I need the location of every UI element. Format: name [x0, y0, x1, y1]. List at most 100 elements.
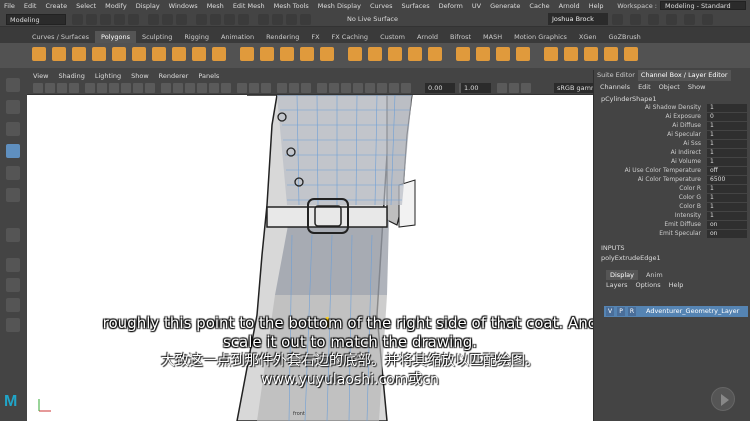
play-icon[interactable] [711, 387, 735, 411]
layout-uv-icon[interactable] [624, 47, 638, 61]
input-node-name[interactable]: polyExtrudeEdge1 [601, 254, 661, 262]
outliner-icon[interactable] [648, 14, 659, 25]
attribute-row[interactable]: Ai Color Temperature 6500 [594, 176, 750, 185]
menu-surfaces[interactable]: Surfaces [402, 2, 430, 10]
tab-anim[interactable]: Anim [642, 270, 667, 280]
last-tool-icon[interactable] [6, 228, 20, 242]
menu-display[interactable]: Display [136, 2, 160, 10]
menu-mesh[interactable]: Mesh [207, 2, 224, 10]
smooth-icon[interactable] [300, 47, 314, 61]
new-scene-icon[interactable] [72, 14, 83, 25]
shelf-tab-polygons[interactable]: Polygons [95, 31, 136, 43]
shelf-tab-gozbrush[interactable]: GoZBrush [603, 31, 647, 43]
attribute-value[interactable]: 1 [707, 194, 747, 202]
far-clip-field[interactable]: 1.00 [461, 83, 491, 93]
open-scene-icon[interactable] [86, 14, 97, 25]
attribute-row[interactable]: Ai Specular 1 [594, 131, 750, 140]
attribute-value[interactable]: on [707, 230, 747, 238]
attribute-row[interactable]: Ai Use Color Temperature off [594, 167, 750, 176]
view-transform-icon[interactable] [521, 83, 531, 93]
shape-node-name[interactable]: pCylinderShape1 [601, 95, 657, 103]
default-material-icon[interactable] [353, 83, 363, 93]
wireframe-icon[interactable] [161, 83, 171, 93]
attribute-value[interactable]: 1 [707, 203, 747, 211]
attribute-row[interactable]: Ai Shadow Density 1 [594, 104, 750, 113]
menu-windows[interactable]: Windows [169, 2, 198, 10]
field-chart-icon[interactable] [133, 83, 143, 93]
near-clip-field[interactable]: 0.00 [425, 83, 455, 93]
channel-box-icon[interactable] [702, 14, 713, 25]
unfold-icon[interactable] [604, 47, 618, 61]
poly-cube-icon[interactable] [52, 47, 66, 61]
attribute-row[interactable]: Emit Diffuse on [594, 221, 750, 230]
menu-cache[interactable]: Cache [529, 2, 549, 10]
panel-menu-panels[interactable]: Panels [198, 72, 219, 80]
live-surface-field[interactable]: No Live Surface [333, 13, 418, 25]
layer-menu-options[interactable]: Options [636, 281, 661, 289]
tab-suite-editor[interactable]: Suite Editor [594, 70, 638, 81]
panel-menu-shading[interactable]: Shading [58, 72, 84, 80]
two-view-layout-icon[interactable] [6, 298, 20, 312]
menu-mesh-display[interactable]: Mesh Display [318, 2, 361, 10]
attribute-value[interactable]: 1 [707, 212, 747, 220]
attribute-row[interactable]: Color R 1 [594, 185, 750, 194]
layout-icon[interactable] [630, 14, 641, 25]
shelf-tab-fx-caching[interactable]: FX Caching [326, 31, 375, 43]
attribute-value[interactable]: 6500 [707, 176, 747, 184]
gate-mask-icon[interactable] [121, 83, 131, 93]
insert-edge-loop-icon[interactable] [476, 47, 490, 61]
isolate-select-icon[interactable] [317, 83, 327, 93]
panel-menu-view[interactable]: View [33, 72, 48, 80]
motion-blur-icon[interactable] [377, 83, 387, 93]
menu-deform[interactable]: Deform [439, 2, 463, 10]
anti-aliasing-icon[interactable] [289, 83, 299, 93]
fill-hole-icon[interactable] [408, 47, 422, 61]
extrude-icon[interactable] [348, 47, 362, 61]
workspace-dropdown[interactable]: Modeling - Standard [660, 1, 746, 10]
boolean-icon[interactable] [320, 47, 334, 61]
camera-attributes-icon[interactable] [45, 83, 55, 93]
attribute-value[interactable]: 1 [707, 122, 747, 130]
shelf-tab-animation[interactable]: Animation [215, 31, 260, 43]
bridge-icon[interactable] [388, 47, 402, 61]
film-gate-icon[interactable] [97, 83, 107, 93]
attribute-value[interactable]: 1 [707, 149, 747, 157]
select-by-hierarchy-icon[interactable] [148, 14, 159, 25]
mirror-icon[interactable] [280, 47, 294, 61]
attribute-value[interactable]: 0 [707, 113, 747, 121]
ipr-render-icon[interactable] [286, 14, 297, 25]
attribute-row[interactable]: Emit Specular on [594, 230, 750, 239]
channel-menu-edit[interactable]: Edit [638, 83, 651, 91]
render-settings-icon[interactable] [300, 14, 311, 25]
poly-torus-icon[interactable] [112, 47, 126, 61]
select-camera-icon[interactable] [33, 83, 43, 93]
gamma-icon[interactable] [497, 83, 507, 93]
automatic-map-icon[interactable] [584, 47, 598, 61]
tool-settings-icon[interactable] [684, 14, 695, 25]
xray-icon[interactable] [237, 83, 247, 93]
poly-disc-icon[interactable] [152, 47, 166, 61]
poly-plane-icon[interactable] [132, 47, 146, 61]
screen-space-icon[interactable] [389, 83, 399, 93]
panel-menu-renderer[interactable]: Renderer [159, 72, 189, 80]
xray-joints-icon[interactable] [249, 83, 259, 93]
uv-editor-icon[interactable] [544, 47, 558, 61]
target-weld-icon[interactable] [456, 47, 470, 61]
single-view-layout-icon[interactable] [6, 258, 20, 272]
ambient-occlusion-icon[interactable] [277, 83, 287, 93]
attribute-value[interactable]: 1 [707, 104, 747, 112]
layer-visibility-toggle[interactable]: V [606, 307, 614, 316]
select-by-object-icon[interactable] [162, 14, 173, 25]
menu-modify[interactable]: Modify [105, 2, 127, 10]
menu-file[interactable]: File [4, 2, 15, 10]
separate-icon[interactable] [260, 47, 274, 61]
layer-name[interactable]: Adventurer_Geometry_Layer [646, 306, 739, 317]
safe-action-icon[interactable] [145, 83, 155, 93]
camera-pan-icon[interactable] [401, 83, 411, 93]
shelf-tab-rendering[interactable]: Rendering [260, 31, 305, 43]
rotate-tool-icon[interactable] [6, 166, 20, 180]
snap-curve-icon[interactable] [210, 14, 221, 25]
channel-menu-object[interactable]: Object [659, 83, 680, 91]
save-scene-icon[interactable] [100, 14, 111, 25]
xray-toggle-icon[interactable] [329, 83, 339, 93]
